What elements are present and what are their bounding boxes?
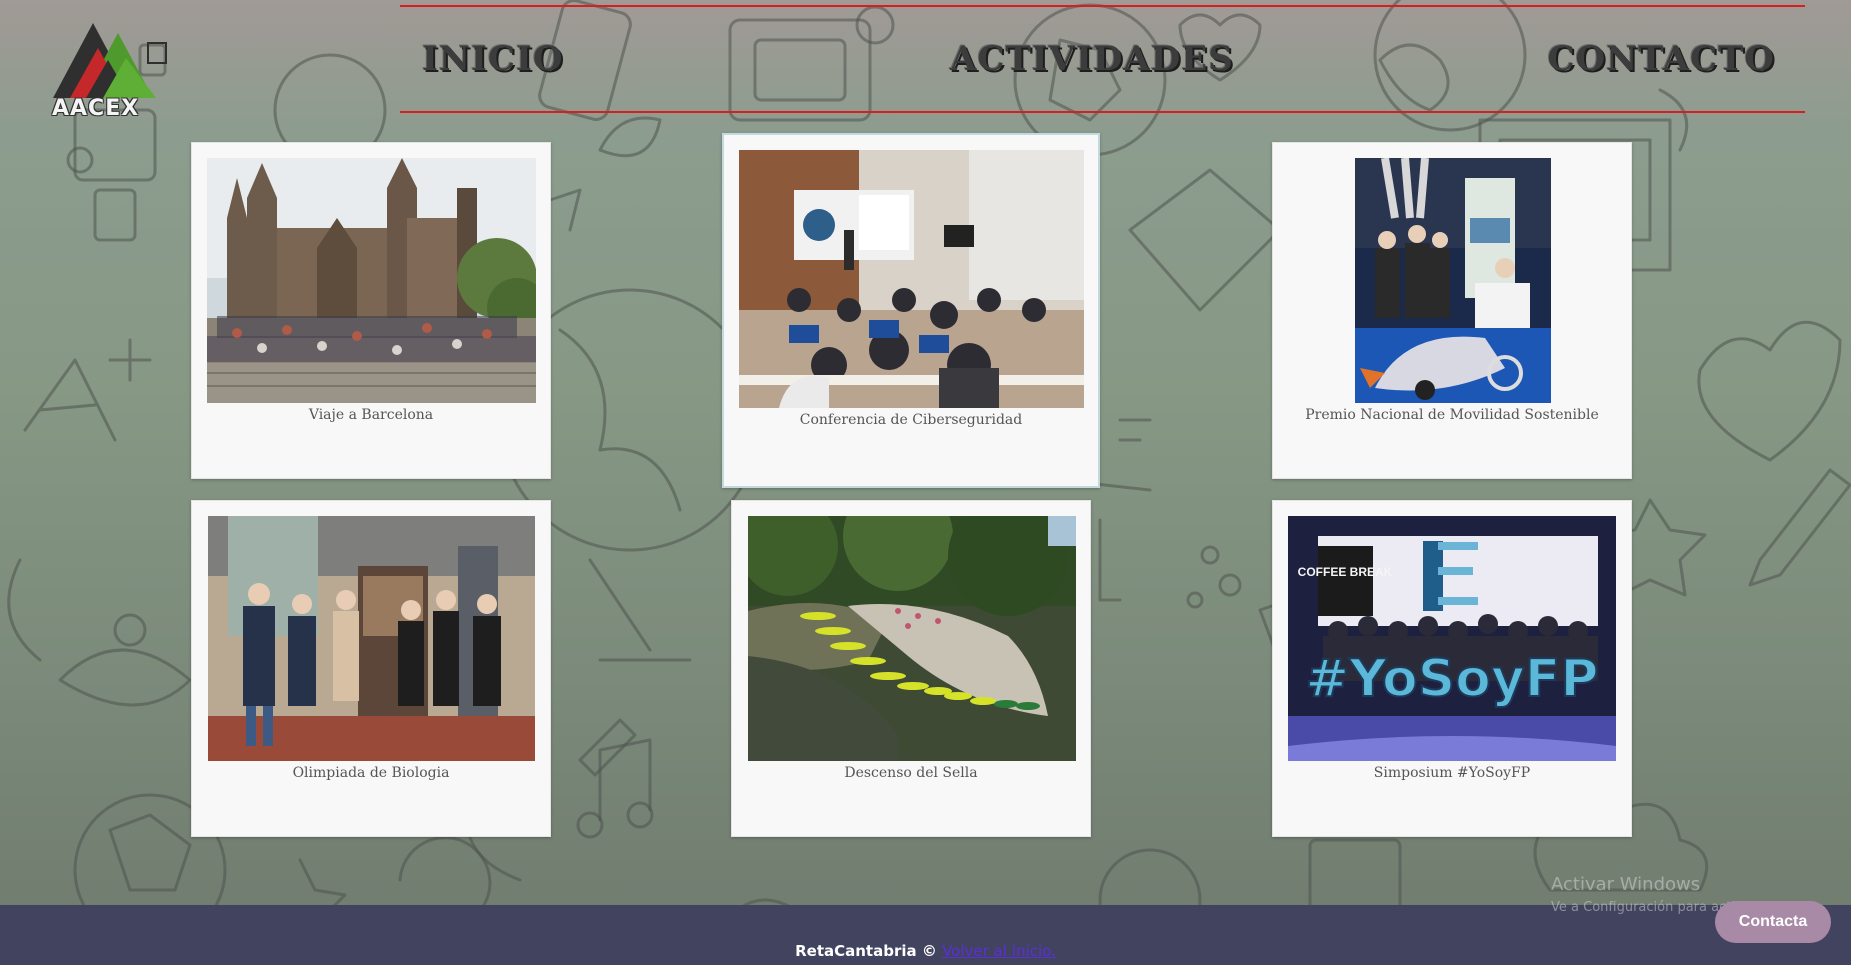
nav-inicio[interactable]: INICIO (422, 39, 563, 79)
group-exhibition-photo (208, 516, 535, 761)
yosoyfp-stage-photo: COFFEE BREAK #YoSoyFP (1288, 516, 1616, 761)
students-vehicle-photo (1355, 158, 1551, 403)
river-canoes-photo (748, 516, 1076, 761)
contact-button[interactable]: Contacta (1715, 901, 1831, 943)
footer-text: RetaCantabria © Volver al Inicio. (0, 942, 1851, 960)
activity-card-movilidad[interactable]: Premio Nacional de Movilidad Sostenible (1272, 142, 1632, 479)
coffee-break-text: COFFEE BREAK (1298, 565, 1393, 579)
activity-caption: Conferencia de Ciberseguridad (799, 412, 1023, 428)
nav-contacto[interactable]: CONTACTO (1547, 39, 1775, 79)
nav-actividades[interactable]: ACTIVIDADES (950, 39, 1234, 79)
footer-copyright: RetaCantabria © (795, 942, 937, 960)
activity-card-yosoyfp[interactable]: COFFEE BREAK #YoSoyFP Simposium #YoSoyFP (1272, 500, 1632, 837)
activity-caption: Viaje a Barcelona (308, 407, 434, 423)
site-logo[interactable]: AACEX (48, 18, 168, 122)
mountain-triangles-logo-icon (53, 23, 167, 98)
activity-card-sella[interactable]: Descenso del Sella (731, 500, 1091, 837)
yosoyfp-sign-text: #YoSoyFP (1306, 649, 1599, 709)
activity-caption: Premio Nacional de Movilidad Sostenible (1305, 407, 1599, 423)
main-nav: INICIO ACTIVIDADES CONTACTO (400, 5, 1805, 113)
windows-activation-title: Activar Windows (1551, 874, 1701, 895)
activity-card-biologia[interactable]: Olimpiada de Biologia (191, 500, 551, 837)
footer-home-link[interactable]: Volver al Inicio. (942, 942, 1056, 960)
activity-card-barcelona[interactable]: Viaje a Barcelona (191, 142, 551, 479)
classroom-laptops-photo (739, 150, 1084, 408)
activity-card-ciberseguridad[interactable]: Conferencia de Ciberseguridad (722, 133, 1100, 488)
activity-caption: Simposium #YoSoyFP (1373, 765, 1531, 781)
cathedral-group-photo (207, 158, 536, 403)
activity-caption: Olimpiada de Biologia (292, 765, 450, 781)
logo-text: AACEX (52, 96, 140, 121)
activity-caption: Descenso del Sella (844, 765, 978, 781)
